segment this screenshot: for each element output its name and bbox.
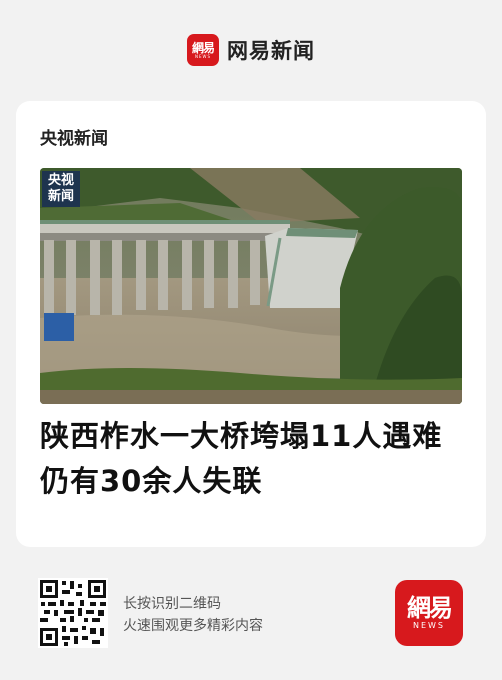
news-card[interactable]: 央视新闻 央视 新闻 陕西柞水一大桥垮塌11人遇难 仍有30余人失联 (16, 101, 486, 547)
logo-text: 網易 (191, 40, 215, 55)
share-footer: 长按识别二维码 火速围观更多精彩内容 網易 NEWS (0, 560, 502, 680)
netease-logo-icon: 網易 NEWS (187, 34, 219, 66)
news-source: 央视新闻 (40, 129, 108, 149)
qr-instruction-line1: 长按识别二维码 (123, 596, 221, 612)
qr-instruction-line2: 火速围观更多精彩内容 (123, 618, 263, 634)
brand-name: 网易新闻 (227, 39, 315, 63)
app-logo-subtext: NEWS (412, 621, 446, 630)
news-headline[interactable]: 陕西柞水一大桥垮塌11人遇难 仍有30余人失联 (40, 414, 470, 504)
app-logo-text: 網易 (407, 594, 453, 622)
bridge-collapse-photo (40, 168, 462, 404)
cctv-watermark: 央视 新闻 (42, 171, 80, 207)
netease-app-icon: 網易 NEWS (395, 580, 463, 646)
top-bar: 網易 NEWS 网易新闻 (0, 0, 502, 100)
news-photo[interactable]: 央视 新闻 (40, 168, 462, 404)
logo-subtext: NEWS (194, 53, 211, 59)
qr-code[interactable] (38, 578, 108, 648)
qr-code-icon (38, 578, 108, 648)
watermark-text: 央视 新闻 (47, 173, 74, 204)
